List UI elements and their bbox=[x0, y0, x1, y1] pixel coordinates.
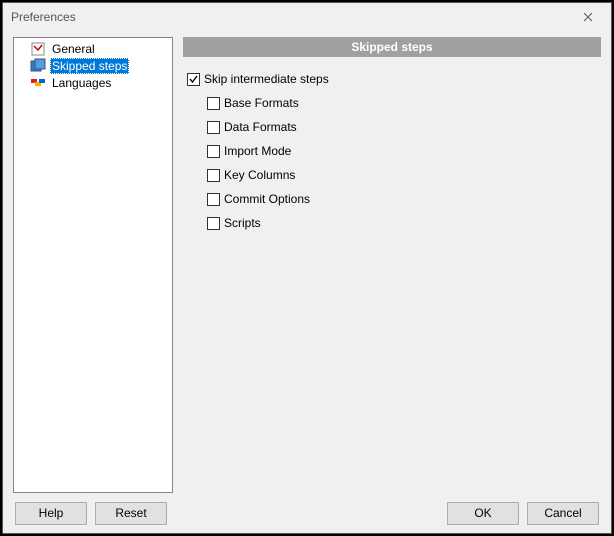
scripts-checkbox[interactable]: Scripts bbox=[207, 215, 601, 231]
checkbox-label: Scripts bbox=[224, 216, 261, 230]
tree-item-label: General bbox=[50, 41, 97, 57]
tree-item-skipped-steps[interactable]: Skipped steps bbox=[14, 57, 172, 74]
close-icon bbox=[583, 12, 593, 22]
cancel-button[interactable]: Cancel bbox=[527, 502, 599, 525]
checkbox-label: Skip intermediate steps bbox=[204, 72, 329, 86]
checkbox-icon bbox=[187, 73, 200, 86]
checkbox-label: Commit Options bbox=[224, 192, 310, 206]
panel-header: Skipped steps bbox=[183, 37, 601, 57]
help-button[interactable]: Help bbox=[15, 502, 87, 525]
category-tree[interactable]: General Skipped steps Languages bbox=[13, 37, 173, 493]
tree-item-languages[interactable]: Languages bbox=[14, 74, 172, 91]
reset-button[interactable]: Reset bbox=[95, 502, 167, 525]
titlebar: Preferences bbox=[3, 3, 611, 31]
checkbox-icon bbox=[207, 97, 220, 110]
commit-options-checkbox[interactable]: Commit Options bbox=[207, 191, 601, 207]
button-bar: Help Reset OK Cancel bbox=[3, 493, 611, 533]
settings-panel: Skipped steps Skip intermediate steps Ba… bbox=[183, 37, 601, 493]
data-formats-checkbox[interactable]: Data Formats bbox=[207, 119, 601, 135]
general-icon bbox=[30, 41, 46, 57]
ok-button[interactable]: OK bbox=[447, 502, 519, 525]
checkbox-label: Data Formats bbox=[224, 120, 297, 134]
checkbox-label: Import Mode bbox=[224, 144, 291, 158]
skip-intermediate-checkbox[interactable]: Skip intermediate steps bbox=[187, 71, 601, 87]
checkbox-icon bbox=[207, 145, 220, 158]
window-title: Preferences bbox=[11, 10, 76, 24]
languages-icon bbox=[30, 75, 46, 91]
preferences-window: Preferences General Skipped steps bbox=[2, 2, 612, 534]
checkbox-icon bbox=[207, 121, 220, 134]
checkbox-label: Key Columns bbox=[224, 168, 295, 182]
key-columns-checkbox[interactable]: Key Columns bbox=[207, 167, 601, 183]
checkbox-icon bbox=[207, 217, 220, 230]
checkbox-icon bbox=[207, 193, 220, 206]
content-area: General Skipped steps Languages Skipped … bbox=[3, 31, 611, 493]
base-formats-checkbox[interactable]: Base Formats bbox=[207, 95, 601, 111]
checkbox-icon bbox=[207, 169, 220, 182]
tree-item-label: Skipped steps bbox=[50, 58, 129, 74]
close-button[interactable] bbox=[573, 7, 603, 27]
tree-item-general[interactable]: General bbox=[14, 40, 172, 57]
import-mode-checkbox[interactable]: Import Mode bbox=[207, 143, 601, 159]
skipped-steps-icon bbox=[30, 58, 46, 74]
checkbox-label: Base Formats bbox=[224, 96, 299, 110]
tree-item-label: Languages bbox=[50, 75, 113, 91]
